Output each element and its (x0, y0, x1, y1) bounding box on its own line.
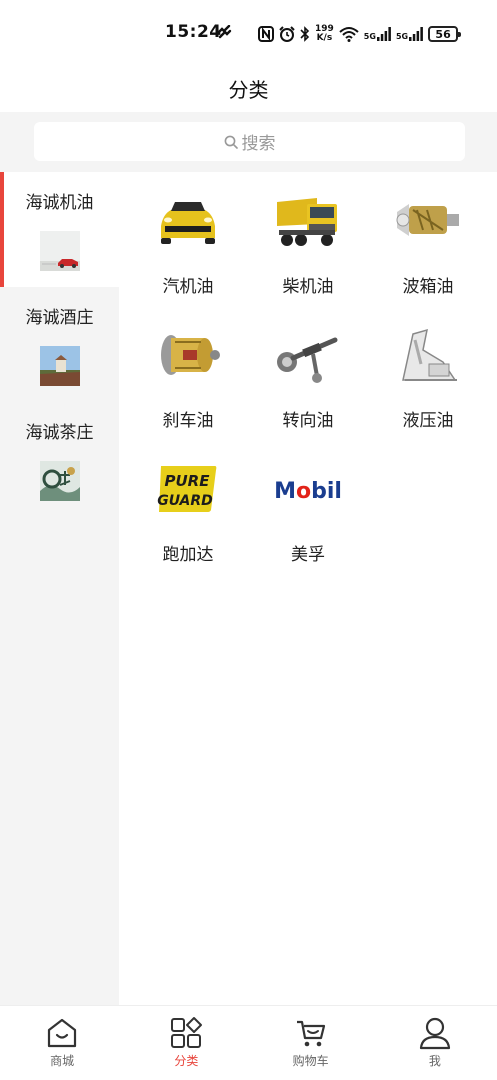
sidebar-item-haicheng-tea[interactable]: 海诚茶庄 (0, 402, 119, 517)
signal-5g-1: 5G (364, 27, 391, 41)
user-icon (419, 1017, 450, 1050)
subcategory-label: 刹车油 (162, 411, 214, 431)
subcategory-brake-oil[interactable]: 刹车油 (128, 320, 248, 454)
tab-label: 分类 (174, 1054, 199, 1068)
signal-bars-icon (376, 27, 391, 41)
signal-5g-2: 5G (396, 27, 423, 41)
bluetooth-icon (300, 26, 310, 42)
tab-label: 我 (428, 1054, 441, 1068)
svg-text:GUARD: GUARD (157, 493, 212, 509)
category-sidebar: 海诚机油 海诚酒庄 海诚茶庄 (0, 172, 119, 1005)
search-placeholder: 搜索 (241, 134, 276, 154)
cart-icon (296, 1020, 325, 1047)
svg-text:Mobil: Mobil (274, 479, 342, 504)
tab-me[interactable]: 我 (373, 1006, 497, 1080)
subcategory-gearbox-oil[interactable]: 波箱油 (368, 186, 488, 320)
search-input[interactable]: 搜索 (34, 122, 465, 161)
network-speed: 199 K/s (315, 24, 334, 43)
search-area: 搜索 (0, 112, 497, 172)
subcategory-pureguard[interactable]: PURE GUARD 跑加达 (128, 454, 248, 588)
brake-icon (161, 335, 220, 375)
sidebar-item-label: 海诚茶庄 (25, 423, 94, 443)
header: 分类 (0, 64, 497, 112)
tea-thumbnail (39, 461, 80, 501)
yellow-car-icon (161, 202, 215, 244)
racecar-thumbnail (39, 231, 80, 271)
category-content: 汽机油 柴机油 波箱油 刹车油 转向油 液压油 PURE GUARD 跑加达 M… (119, 172, 497, 1005)
tab-category[interactable]: 分类 (124, 1006, 248, 1080)
excavator-arm-icon (402, 328, 457, 381)
signal-bars-icon (409, 27, 423, 41)
tab-label: 商城 (50, 1054, 75, 1068)
subcategory-label: 液压油 (402, 411, 454, 431)
subcategory-label: 柴机油 (282, 277, 334, 297)
subcategory-label: 汽机油 (162, 277, 214, 297)
svg-text:PURE: PURE (165, 472, 211, 490)
tab-cart[interactable]: 购物车 (249, 1006, 373, 1080)
subcategory-label: 美孚 (291, 545, 325, 565)
tab-label: 购物车 (292, 1054, 329, 1068)
search-icon (224, 135, 238, 149)
vineyard-thumbnail (39, 346, 80, 386)
status-bar: 15:24 199 K/s 5G 5G 56 (0, 0, 497, 64)
subcategory-grid: 汽机油 柴机油 波箱油 刹车油 转向油 液压油 PURE GUARD 跑加达 M… (128, 186, 488, 588)
heart-rate-icon (216, 25, 232, 39)
subcategory-steering-oil[interactable]: 转向油 (248, 320, 368, 454)
home-icon (48, 1018, 77, 1048)
subcategory-label: 跑加达 (162, 545, 214, 565)
dump-truck-icon (277, 198, 337, 246)
subcategory-car-oil[interactable]: 汽机油 (128, 186, 248, 320)
status-time: 15:24 (165, 22, 222, 42)
nfc-icon (258, 26, 274, 42)
page-title: 分类 (228, 77, 269, 102)
wifi-icon (339, 27, 359, 42)
mobil-logo: Mobil (274, 479, 342, 504)
alarm-icon (279, 26, 295, 42)
subcategory-label: 转向油 (282, 411, 334, 431)
battery-indicator: 56 (428, 26, 462, 42)
tab-shop[interactable]: 商城 (0, 1006, 124, 1080)
subcategory-mobil[interactable]: Mobil 美孚 (248, 454, 368, 588)
sidebar-item-label: 海诚酒庄 (25, 308, 94, 328)
steering-rack-icon (277, 337, 338, 383)
gearbox-icon (396, 204, 459, 236)
pureguard-logo: PURE GUARD (157, 466, 217, 512)
subcategory-hydraulic-oil[interactable]: 液压油 (368, 320, 488, 454)
sidebar-item-haicheng-winery[interactable]: 海诚酒庄 (0, 287, 119, 402)
category-icon (171, 1017, 203, 1048)
subcategory-diesel-oil[interactable]: 柴机油 (248, 186, 368, 320)
subcategory-label: 波箱油 (402, 277, 454, 297)
sidebar-item-haicheng-oil[interactable]: 海诚机油 (0, 172, 119, 287)
status-icons: 199 K/s 5G 5G 56 (258, 23, 462, 45)
bottom-tab-bar: 商城 分类 购物车 我 (0, 1005, 497, 1080)
sidebar-item-label: 海诚机油 (25, 193, 94, 213)
